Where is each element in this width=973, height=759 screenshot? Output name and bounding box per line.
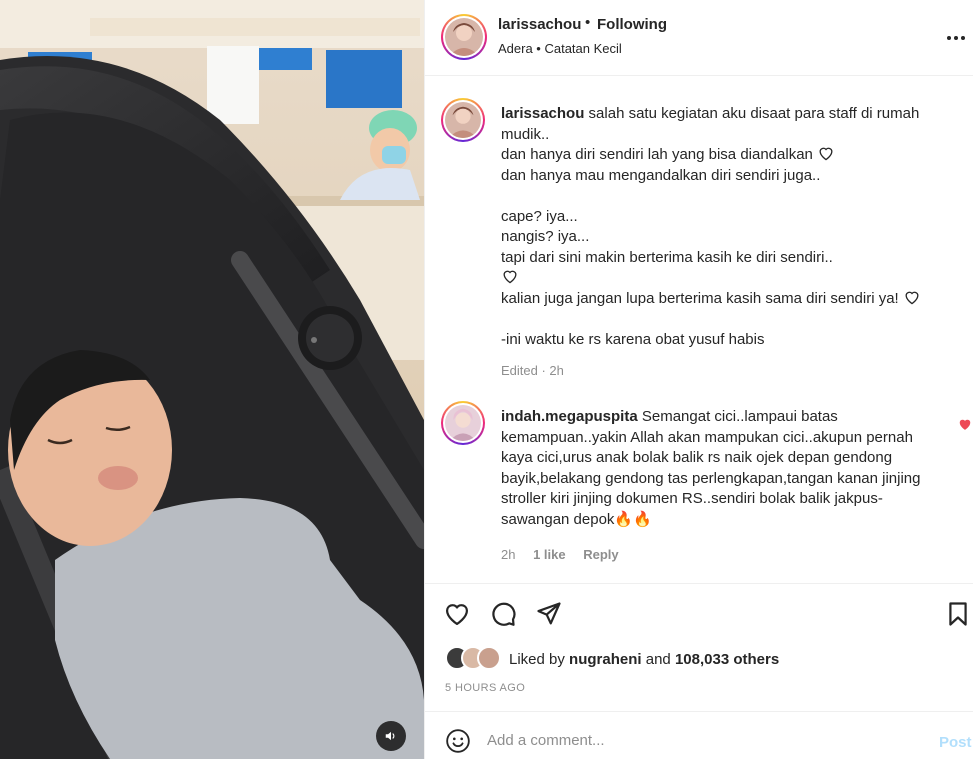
caption-meta: Edited · 2h xyxy=(501,363,564,378)
post-media[interactable] xyxy=(0,0,424,759)
white-heart-icon xyxy=(503,270,517,284)
comment-line: indah.megapuspita Semangat cici..lampaui… xyxy=(501,408,838,425)
post-comment-button[interactable]: Post xyxy=(939,734,972,751)
likes-summary: Liked by nugraheni and 108,033 others xyxy=(509,651,780,668)
caption-line: dan hanya mau mengandalkan diri sendiri … xyxy=(501,166,821,184)
comment-input[interactable] xyxy=(487,726,907,754)
following-button[interactable]: Following xyxy=(597,16,667,33)
author-username[interactable]: larissachou xyxy=(498,16,581,33)
post-timestamp[interactable]: 5 HOURS AGO xyxy=(445,682,525,694)
reply-button[interactable]: Reply xyxy=(583,547,618,562)
add-comment-bar: Post xyxy=(425,711,973,759)
separator-dot: • xyxy=(585,14,591,31)
more-options-button[interactable] xyxy=(944,26,968,50)
post-caption: larissachou salah satu kegiatan aku disa… xyxy=(501,104,941,350)
bookmark-icon xyxy=(949,602,967,626)
caption-line: nangis? iya... xyxy=(501,228,590,245)
commenter-username[interactable]: indah.megapuspita xyxy=(501,408,638,425)
more-horizontal-icon xyxy=(947,36,965,40)
story-ring[interactable] xyxy=(441,14,487,60)
caption-line: dan hanya diri sendiri lah yang bisa dia… xyxy=(501,145,941,166)
caption-line: kalian juga jangan lupa berterima kasih … xyxy=(501,289,941,310)
save-button[interactable] xyxy=(944,600,972,628)
white-heart-icon xyxy=(819,147,833,161)
like-button[interactable] xyxy=(443,600,471,628)
comment: indah.megapuspita Semangat cici..lampaui… xyxy=(501,407,941,530)
comment-like-button[interactable] xyxy=(958,417,972,431)
heart-icon xyxy=(445,604,469,626)
author-avatar xyxy=(445,18,483,56)
caption-username[interactable]: larissachou xyxy=(501,105,584,122)
comment-icon xyxy=(492,602,516,626)
comment-likes-count[interactable]: 1 like xyxy=(533,547,566,562)
comment-line: bayik,belakang gendong tas perlengkapan,… xyxy=(501,469,921,487)
caption-story-ring[interactable] xyxy=(441,98,485,142)
speaker-icon xyxy=(385,731,395,741)
caption-avatar xyxy=(445,102,481,138)
post-actions: Liked by nugraheni and 108,033 others 5 … xyxy=(425,583,973,711)
caption-line: -ini waktu ke rs karena obat yusuf habis xyxy=(501,330,765,348)
commenter-story-ring[interactable] xyxy=(441,401,485,445)
comments-section: larissachou salah satu kegiatan aku disa… xyxy=(425,77,973,582)
caption-line: mudik.. xyxy=(501,125,550,143)
comment-line: stroller kiri jinjing dokumen RS..sendir… xyxy=(501,490,883,507)
media-image xyxy=(0,0,424,759)
white-heart-icon xyxy=(905,291,919,304)
commenter-avatar xyxy=(445,405,481,441)
send-icon xyxy=(537,602,561,625)
caption-line: tapi dari sini makin berterima kasih ke … xyxy=(501,248,833,266)
comment-line: sawangan depok🔥🔥 xyxy=(501,510,652,528)
emoji-icon xyxy=(446,729,470,753)
comment-button[interactable] xyxy=(489,600,517,628)
sound-toggle-button[interactable] xyxy=(376,721,406,751)
caption-line: larissachou salah satu kegiatan aku disa… xyxy=(501,105,920,122)
liker-username[interactable]: nugraheni xyxy=(569,651,642,668)
comment-time: 2h xyxy=(501,547,516,562)
comment-line: kaya cici,urus anak bolak balik rs naik … xyxy=(501,449,893,466)
comment-meta: 2h 1 like Reply xyxy=(501,547,633,562)
post-header: larissachou • Following Adera • Catatan … xyxy=(425,0,973,76)
likes-count[interactable]: 108,033 others xyxy=(675,651,779,668)
liker-avatar xyxy=(477,646,501,670)
audio-attribution[interactable]: Adera • Catatan Kecil xyxy=(498,41,622,56)
emoji-button[interactable] xyxy=(445,728,471,754)
share-button[interactable] xyxy=(535,600,563,628)
heart-filled-icon xyxy=(959,419,971,430)
comment-line: kemampuan..yakin Allah akan mampukan cic… xyxy=(501,428,913,446)
post-details-panel: larissachou • Following Adera • Catatan … xyxy=(424,0,973,759)
caption-line xyxy=(501,268,941,289)
caption-line: cape? iya... xyxy=(501,207,578,225)
